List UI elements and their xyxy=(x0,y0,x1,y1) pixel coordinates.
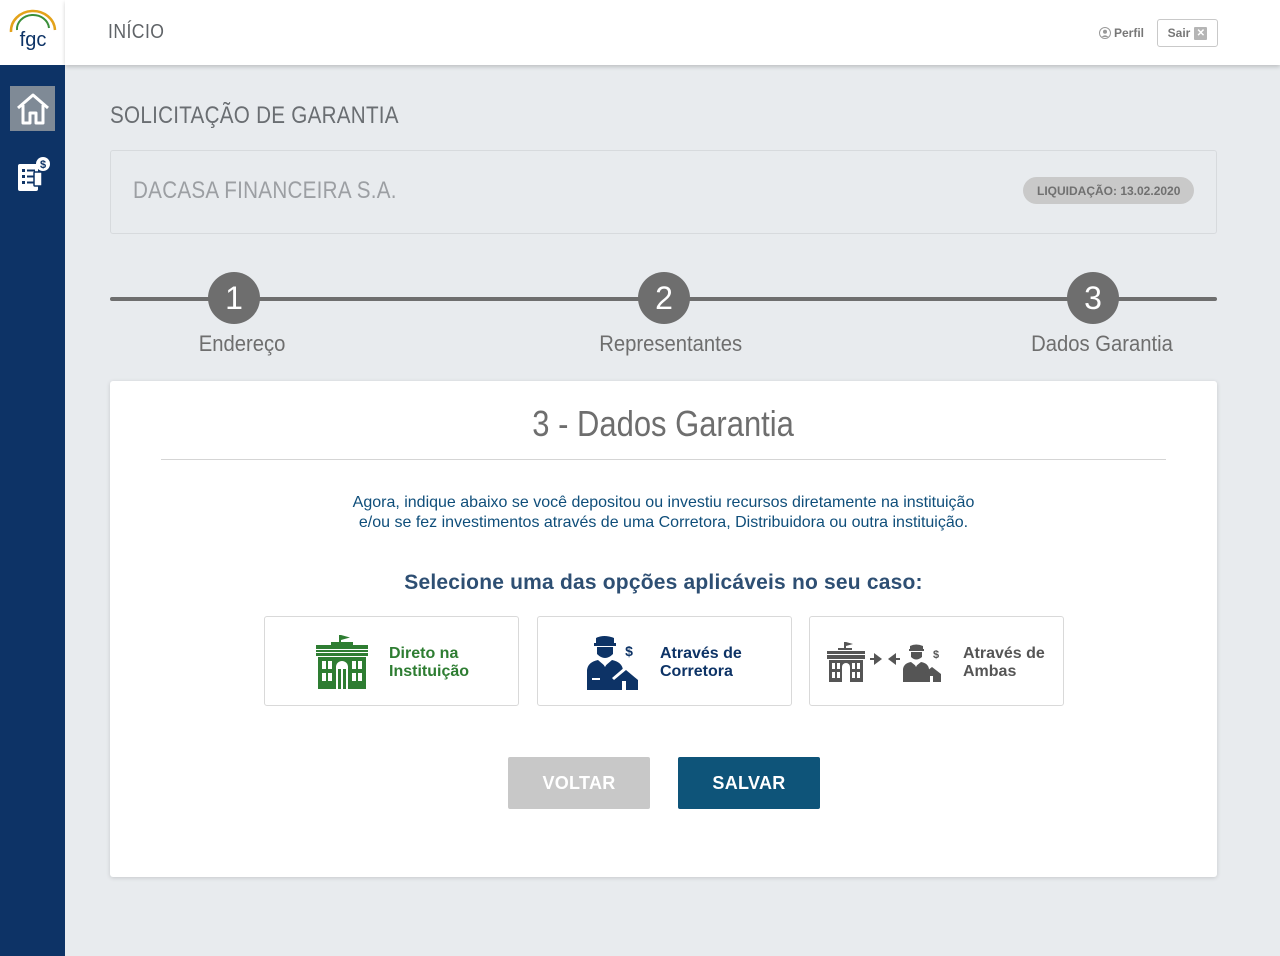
top-header: INÍCIO Perfil Sair ✕ xyxy=(65,0,1280,65)
sidebar-item-solicitacao[interactable]: $ xyxy=(10,152,55,197)
bank-building-icon xyxy=(316,635,368,689)
step-3-circle[interactable]: 3 xyxy=(1067,272,1119,324)
option-direto-label: Direto na Instituição xyxy=(389,645,470,680)
both-options-icon: $ xyxy=(827,642,941,682)
option-direto-instituicao[interactable]: Direto na Instituição xyxy=(264,616,519,706)
perfil-label: Perfil xyxy=(1114,26,1145,40)
svg-text:$: $ xyxy=(625,643,633,659)
option-ambas[interactable]: $ Através de Ambas xyxy=(809,616,1064,706)
logo-arc-icon: fgc xyxy=(9,9,56,51)
logo-text: fgc xyxy=(19,29,46,51)
institution-name: DACASA FINANCEIRA S.A. xyxy=(133,177,397,204)
step-1-circle[interactable]: 1 xyxy=(208,272,260,324)
select-title: Selecione uma das opções aplicáveis no s… xyxy=(404,571,923,594)
fgc-logo[interactable]: fgc xyxy=(0,0,65,65)
intro-line-1: Agora, indique abaixo se você depositou … xyxy=(352,494,975,511)
sair-label: Sair xyxy=(1167,26,1191,40)
step-2-label: Representantes xyxy=(599,331,743,356)
step-1-label: Endereço xyxy=(198,331,286,356)
dados-garantia-panel: 3 - Dados Garantia Agora, indique abaixo… xyxy=(110,381,1217,877)
panel-title: 3 - Dados Garantia xyxy=(532,403,795,444)
sair-button[interactable]: Sair ✕ xyxy=(1157,19,1218,47)
option-ambas-label: Através de Ambas xyxy=(963,645,1045,680)
page-title: SOLICITAÇÃO DE GARANTIA xyxy=(110,102,399,129)
sidebar-item-home[interactable] xyxy=(10,86,55,131)
salvar-button[interactable]: SALVAR xyxy=(678,757,820,809)
home-icon xyxy=(16,93,49,124)
sidebar: fgc $ xyxy=(0,0,65,956)
divider xyxy=(161,459,1166,460)
document-money-icon: $ xyxy=(17,156,50,191)
step-2-circle[interactable]: 2 xyxy=(638,272,690,324)
perfil-link[interactable]: Perfil xyxy=(1099,26,1144,40)
step-3-label: Dados Garantia xyxy=(1031,331,1173,356)
option-corretora-label: Através de Corretora xyxy=(660,645,742,680)
intro-line-2: e/ou se fez investimentos através de uma… xyxy=(358,514,969,531)
institution-card: DACASA FINANCEIRA S.A. LIQUIDAÇÃO: 13.02… xyxy=(110,150,1217,234)
header-title: INÍCIO xyxy=(108,21,165,43)
intro-text: Agora, indique abaixo se você depositou … xyxy=(110,493,1217,533)
liquidation-badge: LIQUIDAÇÃO: 13.02.2020 xyxy=(1023,177,1195,204)
option-corretora[interactable]: $ Através de Corretora xyxy=(537,616,792,706)
user-icon xyxy=(1099,27,1111,39)
close-icon: ✕ xyxy=(1194,26,1208,40)
voltar-button[interactable]: VOLTAR xyxy=(508,757,650,809)
svg-text:$: $ xyxy=(933,649,939,661)
svg-text:$: $ xyxy=(39,159,45,171)
broker-person-icon: $ xyxy=(587,636,640,690)
